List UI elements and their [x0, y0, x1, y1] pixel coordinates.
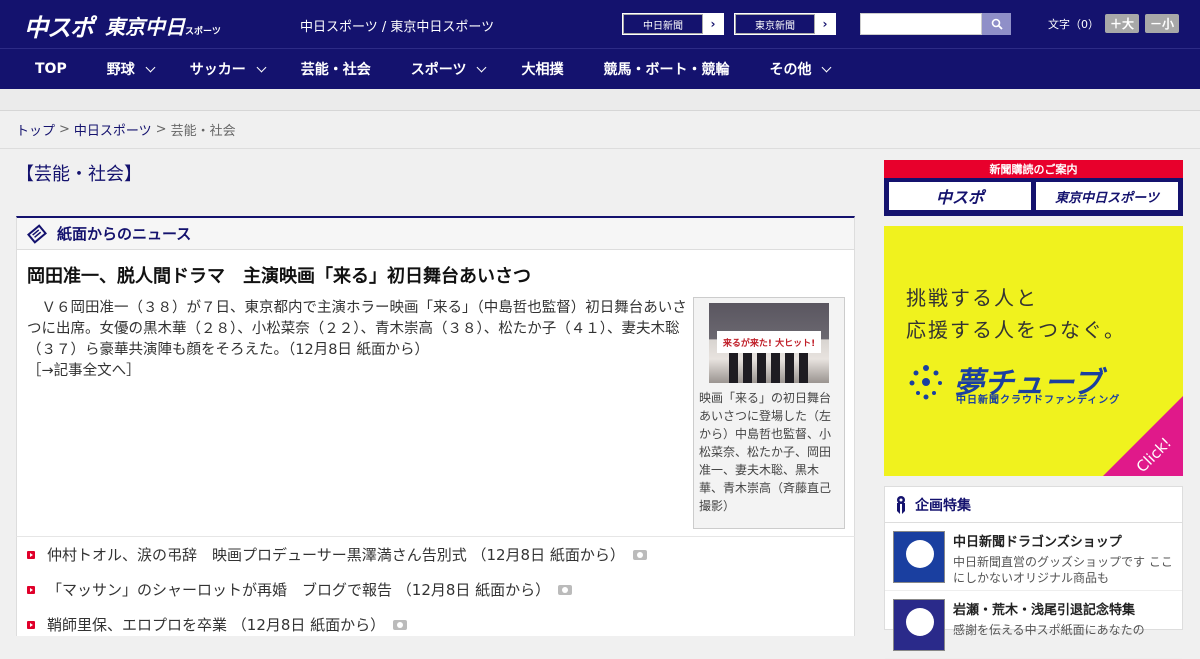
feature-item-title: 中日新聞ドラゴンズショップ: [953, 535, 1122, 550]
nav-item-sumo[interactable]: 大相撲: [521, 59, 563, 79]
search-input[interactable]: [860, 13, 982, 35]
feature-item[interactable]: 中日新聞ドラゴンズショップ 中日新聞直営のグッズショップです ここにしかないオリ…: [885, 523, 1182, 591]
breadcrumb: トップ > 中日スポーツ > 芸能・社会: [0, 111, 1200, 149]
tokyo-shimbun-label: 東京新聞: [735, 14, 815, 34]
news-link[interactable]: 鞘師里保、エロプロを卒業 （12月8日 紙面から）: [47, 614, 385, 635]
search-button[interactable]: [982, 13, 1011, 35]
nav-label: 競馬・ボート・競輪: [603, 62, 730, 78]
chuspo-logo[interactable]: 中スポ: [24, 8, 94, 43]
nav-label: スポーツ: [410, 62, 467, 78]
bullet-icon: [27, 550, 35, 559]
feature-title: 企画特集: [915, 497, 971, 514]
nav-label: 大相撲: [521, 62, 564, 78]
section-title: 紙面からのニュース: [57, 225, 192, 243]
photo-box: 来るが来た! 大ヒット! 映画「来る」の初日舞台あいさつに登場した（左から）中島…: [693, 297, 845, 529]
chevron-right-icon: ›: [822, 17, 828, 31]
ad-line-1: 挑戦する人と: [906, 286, 1038, 310]
bullet-icon: [27, 620, 35, 629]
tokyo-logo-text: 東京中日: [105, 15, 185, 39]
feature-item[interactable]: 岩瀬・荒木・浅尾引退記念特集 感謝を伝える中スポ紙面にあなたの: [885, 591, 1182, 659]
article-lead-text: Ｖ６岡田准一（３８）が７日、東京都内で主演ホラー映画「来る」（中島哲也監督）初日…: [27, 300, 687, 358]
article-headline[interactable]: 岡田准一、脱人間ドラマ 主演映画「来る」初日舞台あいさつ: [27, 262, 531, 288]
nav-item-baseball[interactable]: 野球: [106, 59, 156, 79]
nav-item-top[interactable]: TOP: [35, 61, 67, 77]
news-link[interactable]: 仲村トオル、涙の弔辞 映画プロデューサー黒澤満さん告別式 （12月8日 紙面から…: [47, 544, 625, 565]
chevron-right-icon: ›: [710, 17, 716, 31]
photo-banner: 来るが来た! 大ヒット!: [717, 331, 821, 353]
search-form: [860, 13, 1011, 35]
camera-icon: [393, 619, 408, 630]
news-link[interactable]: 「マッサン」のシャーロットが再婚 ブログで報告 （12月8日 紙面から）: [47, 579, 550, 600]
nav-item-soccer[interactable]: サッカー: [189, 59, 267, 79]
font-size-label: 文字（0）: [1048, 17, 1099, 31]
tokyo-shimbun-button[interactable]: 東京新聞 ›: [734, 13, 836, 35]
nav-label: TOP: [35, 61, 67, 77]
nav-label: 野球: [106, 62, 135, 78]
list-item[interactable]: 鞘師里保、エロプロを卒業 （12月8日 紙面から）: [17, 607, 854, 642]
news-list: 仲村トオル、涙の弔辞 映画プロデューサー黒澤満さん告別式 （12月8日 紙面から…: [16, 536, 855, 634]
chunichi-shimbun-label: 中日新聞: [623, 14, 703, 34]
font-bigger-button[interactable]: ＋大: [1105, 14, 1140, 33]
main-nav: TOP 野球 サッカー 芸能・社会 スポーツ 大相撲 競馬・ボート・競輪 その他: [0, 48, 1200, 89]
site-links[interactable]: 中日スポーツ / 東京中日スポーツ: [300, 16, 494, 35]
font-size-control: 文字（0） ＋大 －小: [1048, 14, 1180, 33]
nav-item-racing[interactable]: 競馬・ボート・競輪: [603, 59, 729, 79]
list-item[interactable]: 「マッサン」のシャーロットが再婚 ブログで報告 （12月8日 紙面から）: [17, 572, 854, 607]
site-header: 中スポ 東京中日スポーツ 中日スポーツ / 東京中日スポーツ 中日新聞 › 東京…: [0, 0, 1200, 48]
subscribe-tokyo-button[interactable]: 東京中日スポーツ: [1035, 181, 1179, 211]
article-lead: Ｖ６岡田准一（３８）が７日、東京都内で主演ホラー映画「来る」（中島哲也監督）初日…: [27, 298, 687, 382]
subscribe-banner[interactable]: 新聞購読のご案内 中スポ 東京中日スポーツ: [884, 160, 1183, 216]
site-logo[interactable]: 中スポ 東京中日スポーツ: [24, 8, 221, 43]
page-title: 【芸能・社会】: [16, 164, 142, 185]
subscribe-buttons: 中スポ 東京中日スポーツ: [884, 178, 1183, 214]
feature-item-desc: 感謝を伝える中スポ紙面にあなたの: [953, 623, 1145, 637]
section-header: 紙面からのニュース: [17, 218, 854, 250]
yume-tube-ad[interactable]: 挑戦する人と 応援する人をつなぐ。 夢チューブ 中日新聞クラウドファンディング …: [884, 226, 1183, 476]
nav-item-entertainment[interactable]: 芸能・社会: [301, 59, 371, 79]
subscribe-banner-title: 新聞購読のご案内: [884, 160, 1183, 178]
nav-item-other[interactable]: その他: [769, 59, 832, 79]
font-smaller-button[interactable]: －小: [1145, 14, 1180, 33]
newspaper-icon: [27, 223, 47, 244]
bullet-icon: [27, 585, 35, 594]
subscribe-chuspo-button[interactable]: 中スポ: [888, 181, 1032, 211]
feature-item-text: 中日新聞ドラゴンズショップ 中日新聞直営のグッズショップです ここにしかないオリ…: [953, 531, 1174, 590]
breadcrumb-separator: >: [59, 122, 70, 137]
article-photo[interactable]: 来るが来た! 大ヒット!: [709, 303, 829, 383]
ad-line-2: 応援する人をつなぐ。: [906, 318, 1126, 342]
yume-tube-logo-icon: [909, 365, 942, 400]
chevron-down-icon: [477, 62, 487, 72]
ribbon-icon: [897, 495, 905, 514]
camera-icon: [632, 549, 647, 560]
ad-sub: 中日新聞クラウドファンディング: [956, 395, 1121, 406]
nav-item-sports[interactable]: スポーツ: [410, 59, 487, 79]
retirement-feature-thumbnail: [893, 599, 945, 651]
nav-label: 芸能・社会: [300, 62, 371, 78]
nav-label: サッカー: [189, 62, 246, 78]
feature-header: 企画特集: [885, 487, 1182, 523]
chevron-down-icon: [822, 62, 832, 72]
tokyo-chunichi-logo[interactable]: 東京中日スポーツ: [105, 11, 221, 40]
dragons-shop-thumbnail: [893, 531, 945, 583]
search-icon: [991, 18, 1003, 30]
feature-item-text: 岩瀬・荒木・浅尾引退記念特集 感謝を伝える中スポ紙面にあなたの: [953, 599, 1145, 658]
feature-item-desc: 中日新聞直営のグッズショップです ここにしかないオリジナル商品も: [953, 555, 1173, 585]
feature-box: 企画特集 中日新聞ドラゴンズショップ 中日新聞直営のグッズショップです ここにし…: [884, 486, 1183, 659]
main-content: 【芸能・社会】 紙面からのニュース 岡田准一、脱人間ドラマ 主演映画「来る」初日…: [16, 160, 855, 636]
chunichi-shimbun-button[interactable]: 中日新聞 ›: [622, 13, 724, 35]
breadcrumb-separator: >: [155, 122, 167, 137]
header-strip: [0, 89, 1200, 111]
list-item[interactable]: 仲村トオル、涙の弔辞 映画プロデューサー黒澤満さん告別式 （12月8日 紙面から…: [17, 537, 854, 572]
tokyo-logo-sub: スポーツ: [185, 27, 221, 37]
feature-item-title: 岩瀬・荒木・浅尾引退記念特集: [953, 603, 1136, 618]
breadcrumb-current: 芸能・社会: [170, 124, 236, 139]
read-more-link[interactable]: ［→記事全文へ］: [27, 361, 687, 382]
photo-caption: 映画「来る」の初日舞台あいさつに登場した（左から）中島哲也監督、小松菜奈、松たか…: [699, 391, 832, 513]
breadcrumb-chuspo-link[interactable]: 中日スポーツ: [74, 120, 152, 139]
chevron-down-icon: [145, 62, 156, 72]
camera-icon: [558, 584, 573, 595]
chevron-down-icon: [256, 62, 267, 72]
nav-label: その他: [769, 62, 812, 78]
breadcrumb-top-link[interactable]: トップ: [16, 120, 55, 139]
